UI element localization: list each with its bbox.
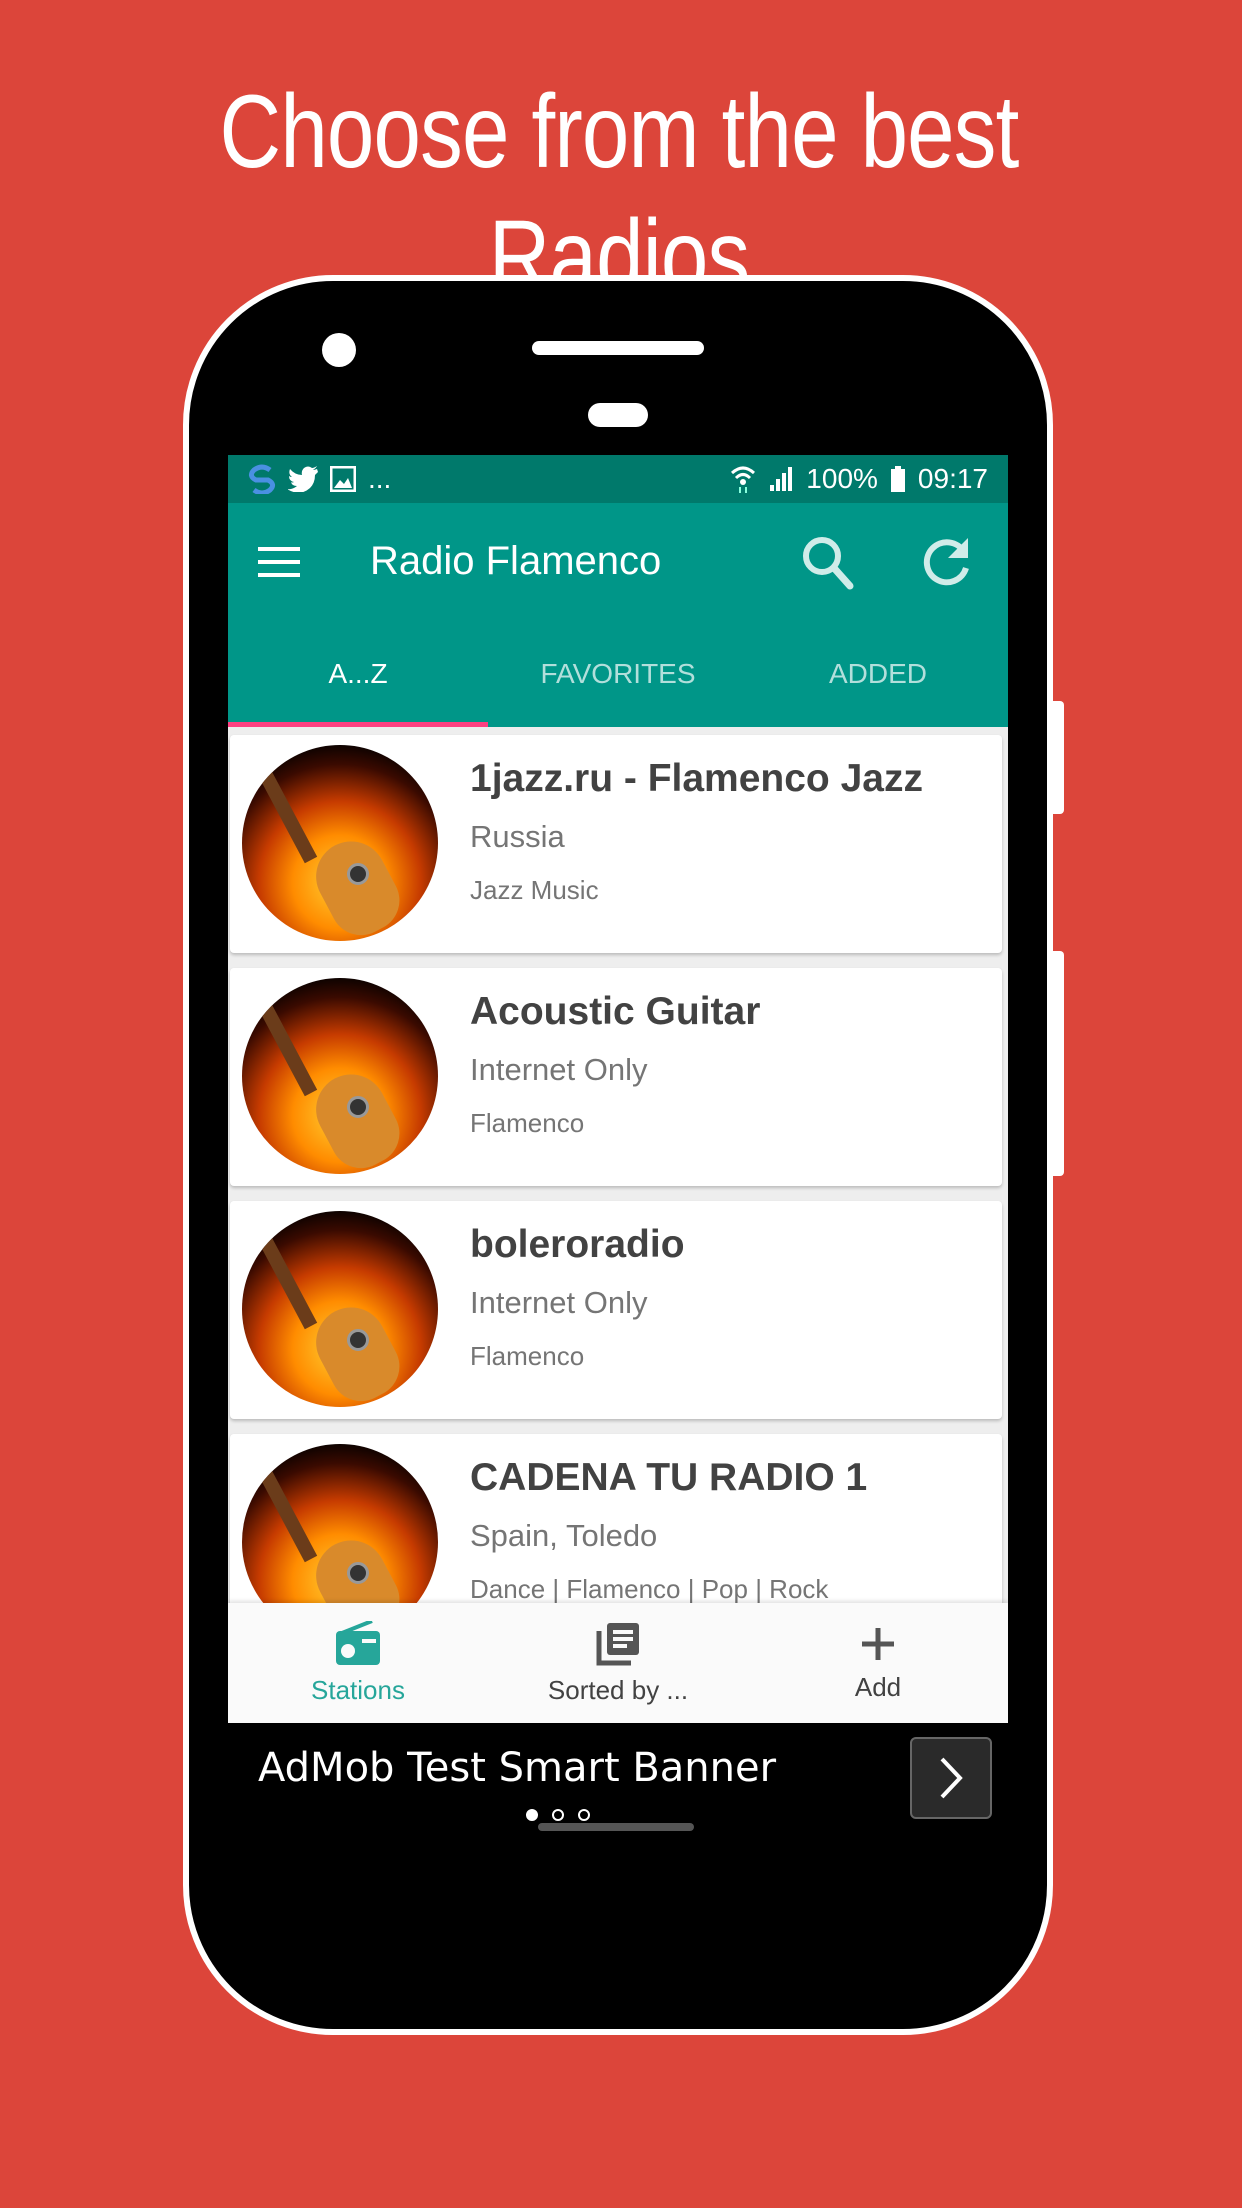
phone-frame: ... 100% 09:17 Radio Flamenco A...Z FAVO… — [183, 275, 1064, 2035]
tab-a-z[interactable]: A...Z — [228, 620, 488, 727]
station-name: 1jazz.ru - Flamenco Jazz — [470, 757, 923, 800]
tab-favorites[interactable]: FAVORITES — [488, 620, 748, 727]
page-dot — [578, 1809, 590, 1821]
nav-stations[interactable]: Stations — [228, 1603, 488, 1723]
nav-sorted-by[interactable]: Sorted by ... — [488, 1603, 748, 1723]
power-button — [1050, 701, 1064, 814]
chevron-right-icon — [940, 1757, 963, 1799]
page-dot — [552, 1809, 564, 1821]
station-genre: Dance | Flamenco | Pop | Rock — [470, 1574, 829, 1604]
nav-add-label: Add — [854, 1671, 902, 1702]
station-location: Internet Only — [470, 1285, 648, 1320]
search-button[interactable] — [798, 532, 858, 592]
radio-icon — [336, 1620, 380, 1665]
station-logo — [242, 745, 438, 941]
station-name: Acoustic Guitar — [470, 990, 761, 1033]
ad-banner[interactable]: AdMob Test Smart Banner — [228, 1723, 1008, 1832]
image-icon — [330, 466, 356, 492]
station-card[interactable]: boleroradio Internet Only Flamenco — [230, 1201, 1002, 1419]
ad-open-button[interactable] — [910, 1737, 992, 1819]
tab-added[interactable]: ADDED — [748, 620, 1008, 727]
home-indicator — [538, 1823, 694, 1831]
search-icon — [803, 536, 854, 589]
station-card[interactable]: Acoustic Guitar Internet Only Flamenco — [230, 968, 1002, 1186]
ad-page-indicator — [526, 1809, 590, 1821]
nav-sorted-label: Sorted by ... — [547, 1674, 689, 1705]
station-list[interactable]: 1jazz.ru - Flamenco Jazz Russia Jazz Mus… — [228, 727, 1008, 1652]
notification-overflow: ... — [368, 463, 392, 494]
station-genre: Flamenco — [470, 1108, 585, 1138]
front-camera — [322, 333, 356, 367]
battery-percent: 100% — [806, 463, 878, 494]
station-logo — [242, 1211, 438, 1407]
bottom-navigation: Stations Sorted by ... Add — [228, 1603, 1008, 1723]
tab-indicator — [228, 722, 488, 727]
plus-icon — [862, 1627, 894, 1660]
tab-bar: A...Z FAVORITES ADDED — [228, 620, 1008, 727]
library-icon — [596, 1622, 639, 1665]
twitter-icon — [288, 466, 318, 492]
wifi-icon — [731, 466, 756, 493]
station-location: Spain, Toledo — [470, 1518, 658, 1553]
sync-icon — [248, 464, 276, 494]
proximity-sensor — [588, 403, 648, 427]
signal-icon — [770, 467, 793, 491]
app-screen: ... 100% 09:17 Radio Flamenco A...Z FAVO… — [228, 455, 1008, 1832]
nav-add[interactable]: Add — [748, 1603, 1008, 1723]
nav-stations-label: Stations — [311, 1674, 405, 1705]
app-toolbar: Radio Flamenco — [228, 503, 1008, 620]
station-name: boleroradio — [470, 1223, 685, 1266]
station-location: Internet Only — [470, 1052, 648, 1087]
station-card[interactable]: 1jazz.ru - Flamenco Jazz Russia Jazz Mus… — [230, 735, 1002, 953]
volume-button — [1050, 951, 1064, 1176]
refresh-button[interactable] — [918, 532, 978, 592]
refresh-icon — [923, 537, 969, 585]
battery-icon — [890, 466, 905, 492]
status-bar: ... 100% 09:17 — [228, 455, 1008, 503]
station-logo — [242, 978, 438, 1174]
station-location: Russia — [470, 819, 565, 854]
menu-icon[interactable] — [258, 546, 300, 577]
clock: 09:17 — [917, 463, 988, 494]
station-genre: Jazz Music — [470, 875, 599, 905]
ad-text: AdMob Test Smart Banner — [258, 1745, 777, 1791]
station-genre: Flamenco — [470, 1341, 585, 1371]
station-name: CADENA TU RADIO 1 — [470, 1456, 868, 1499]
app-title: Radio Flamenco — [370, 539, 662, 583]
page-dot-active — [526, 1809, 538, 1821]
earpiece-speaker — [532, 341, 704, 355]
